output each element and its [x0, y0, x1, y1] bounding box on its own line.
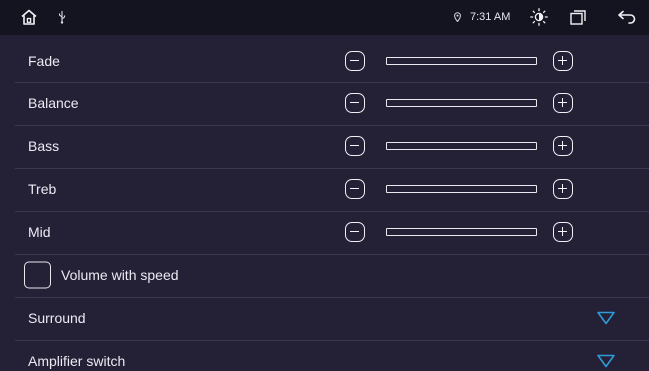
balance-label: Balance [28, 95, 79, 111]
surround-row[interactable]: Surround [0, 297, 649, 339]
surround-label: Surround [28, 310, 86, 326]
volume-with-speed-checkbox[interactable] [24, 261, 51, 289]
mid-decrease-button[interactable] [345, 222, 365, 242]
volume-with-speed-label: Volume with speed [61, 267, 179, 283]
usb-icon [58, 11, 66, 24]
treble-row: Treb [0, 168, 649, 210]
audio-settings-screen: 7:31 AM Fade Balance Bass Treb Mid Volum… [0, 0, 649, 371]
mid-slider[interactable] [386, 228, 537, 236]
balance-slider[interactable] [386, 99, 537, 107]
treble-slider[interactable] [386, 185, 537, 193]
home-icon[interactable] [20, 8, 38, 26]
fade-slider[interactable] [386, 57, 537, 65]
brightness-icon[interactable] [530, 8, 548, 26]
status-time: 7:31 AM [470, 11, 511, 23]
dropdown-arrow-icon[interactable] [596, 354, 616, 369]
volume-with-speed-row[interactable]: Volume with speed [0, 254, 649, 296]
balance-row: Balance [0, 82, 649, 124]
dropdown-arrow-icon[interactable] [596, 311, 616, 326]
treble-label: Treb [28, 181, 57, 197]
balance-decrease-button[interactable] [345, 93, 365, 113]
fade-label: Fade [28, 53, 60, 69]
mid-label: Mid [28, 224, 51, 240]
bass-increase-button[interactable] [553, 136, 573, 156]
fade-decrease-button[interactable] [345, 51, 365, 71]
bass-decrease-button[interactable] [345, 136, 365, 156]
bass-label: Bass [28, 138, 60, 154]
bass-slider[interactable] [386, 142, 537, 150]
back-icon[interactable] [617, 10, 637, 24]
amplifier-switch-label: Amplifier switch [28, 353, 126, 369]
fade-increase-button[interactable] [553, 51, 573, 71]
recent-apps-icon[interactable] [570, 10, 586, 25]
fade-row: Fade [0, 40, 649, 82]
mid-row: Mid [0, 211, 649, 253]
balance-increase-button[interactable] [553, 93, 573, 113]
treble-increase-button[interactable] [553, 179, 573, 199]
amplifier-switch-row[interactable]: Amplifier switch [0, 340, 649, 371]
bass-row: Bass [0, 125, 649, 167]
location-icon [454, 12, 461, 22]
mid-increase-button[interactable] [553, 222, 573, 242]
status-bar: 7:31 AM [0, 0, 649, 35]
treble-decrease-button[interactable] [345, 179, 365, 199]
